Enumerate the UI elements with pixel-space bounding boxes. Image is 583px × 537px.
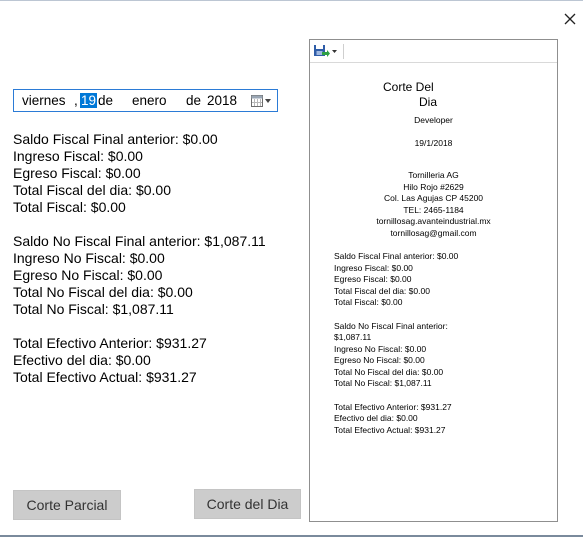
- ticket-line: Total No Fiscal del dia: $0.00: [334, 366, 444, 377]
- close-button[interactable]: [560, 9, 580, 29]
- summary-line: Total Efectivo Actual: $931.27: [13, 369, 197, 385]
- summary-gap: [13, 216, 266, 233]
- calendar-dropdown-button[interactable]: [250, 94, 276, 108]
- ticket-gap: [334, 390, 549, 402]
- summary-line: Total No Fiscal del dia: $0.00: [13, 284, 193, 300]
- close-icon: [564, 13, 576, 25]
- ticket-date: 19/1/2018: [414, 138, 453, 148]
- ticket-line: Saldo Fiscal Final anterior: $0.00: [334, 251, 459, 261]
- summary-line: Saldo No Fiscal Final anterior: $1,087.1…: [13, 233, 266, 249]
- date-year[interactable]: 2018: [207, 93, 237, 108]
- summary-panel: Saldo Fiscal Final anterior: $0.00 Ingre…: [13, 131, 266, 386]
- ticket-line: Efectivo del dia: $0.00: [334, 413, 418, 423]
- save-dropdown-button[interactable]: [313, 44, 339, 59]
- date-separator-de: de: [186, 93, 202, 108]
- ticket-line: $1,087.11: [334, 332, 372, 342]
- ticket-line: Total No Fiscal: $1,087.11: [334, 378, 432, 388]
- ticket-line: Total Fiscal del dia: $0.00: [334, 285, 430, 296]
- print-preview-panel: Corte Del Dia Developer 19/1/2018 Tornil…: [309, 39, 558, 522]
- window: viernes , 19 de enero de 2018 Saldo Fisc…: [0, 0, 583, 537]
- ticket-line: Total Fiscal: $0.00: [334, 297, 403, 307]
- calendar-icon: [251, 95, 271, 107]
- ticket-line: Egreso Fiscal: $0.00: [334, 274, 412, 284]
- toolbar-separator: [343, 44, 344, 59]
- ticket-line: Egreso No Fiscal: $0.00: [334, 355, 425, 365]
- company-colony: Col. Las Agujas CP 45200: [383, 193, 484, 203]
- summary-line: Ingreso Fiscal: $0.00: [13, 148, 143, 164]
- company-email: tornillosag@gmail.com: [390, 227, 477, 238]
- date-weekday[interactable]: viernes: [22, 93, 66, 108]
- corte-del-dia-button[interactable]: Corte del Dia: [194, 489, 301, 519]
- ticket-body: Saldo Fiscal Final anterior: $0.00 Ingre…: [334, 251, 549, 436]
- summary-line: Ingreso No Fiscal: $0.00: [13, 250, 165, 266]
- ticket-line: Ingreso No Fiscal: $0.00: [334, 343, 427, 354]
- preview-toolbar: [310, 40, 557, 63]
- company-name: Tornilleria AG: [408, 170, 459, 180]
- summary-line: Saldo Fiscal Final anterior: $0.00: [13, 131, 218, 147]
- company-website: tornillosag.avanteindustrial.mx: [376, 216, 491, 226]
- date-picker[interactable]: viernes , 19 de enero de 2018: [13, 89, 278, 112]
- ticket-line: Saldo No Fiscal Final anterior:: [334, 320, 448, 331]
- ticket-line: Ingreso Fiscal: $0.00: [334, 262, 413, 273]
- summary-line: Efectivo del dia: $0.00: [13, 352, 151, 368]
- company-phone: TEL: 2465-1184: [403, 204, 464, 215]
- ticket-user: Developer: [414, 115, 453, 125]
- ticket-line: Total Efectivo Anterior: $931.27: [334, 401, 452, 412]
- date-separator-de: de: [98, 93, 114, 108]
- ticket-company-info: Tornilleria AG Hilo Rojo #2629 Col. Las …: [310, 170, 557, 239]
- summary-line: Egreso Fiscal: $0.00: [13, 165, 141, 181]
- ticket-title-line1: Corte Del: [383, 80, 434, 94]
- ticket-line: Total Efectivo Actual: $931.27: [334, 424, 446, 435]
- date-day[interactable]: 19: [80, 93, 98, 108]
- date-month[interactable]: enero: [132, 93, 167, 108]
- corte-parcial-button[interactable]: Corte Parcial: [13, 490, 121, 520]
- summary-line: Total No Fiscal: $1,087.11: [13, 301, 174, 317]
- company-address: Hilo Rojo #2629: [403, 181, 464, 192]
- summary-gap: [13, 318, 266, 335]
- ticket-title-line2: Dia: [419, 95, 438, 109]
- save-icon: [314, 45, 337, 57]
- summary-line: Egreso No Fiscal: $0.00: [13, 267, 163, 283]
- summary-line: Total Fiscal del dia: $0.00: [13, 182, 171, 198]
- date-comma: ,: [74, 93, 78, 108]
- ticket-gap: [334, 309, 549, 321]
- summary-line: Total Efectivo Anterior: $931.27: [13, 335, 207, 351]
- summary-line: Total Fiscal: $0.00: [13, 199, 126, 215]
